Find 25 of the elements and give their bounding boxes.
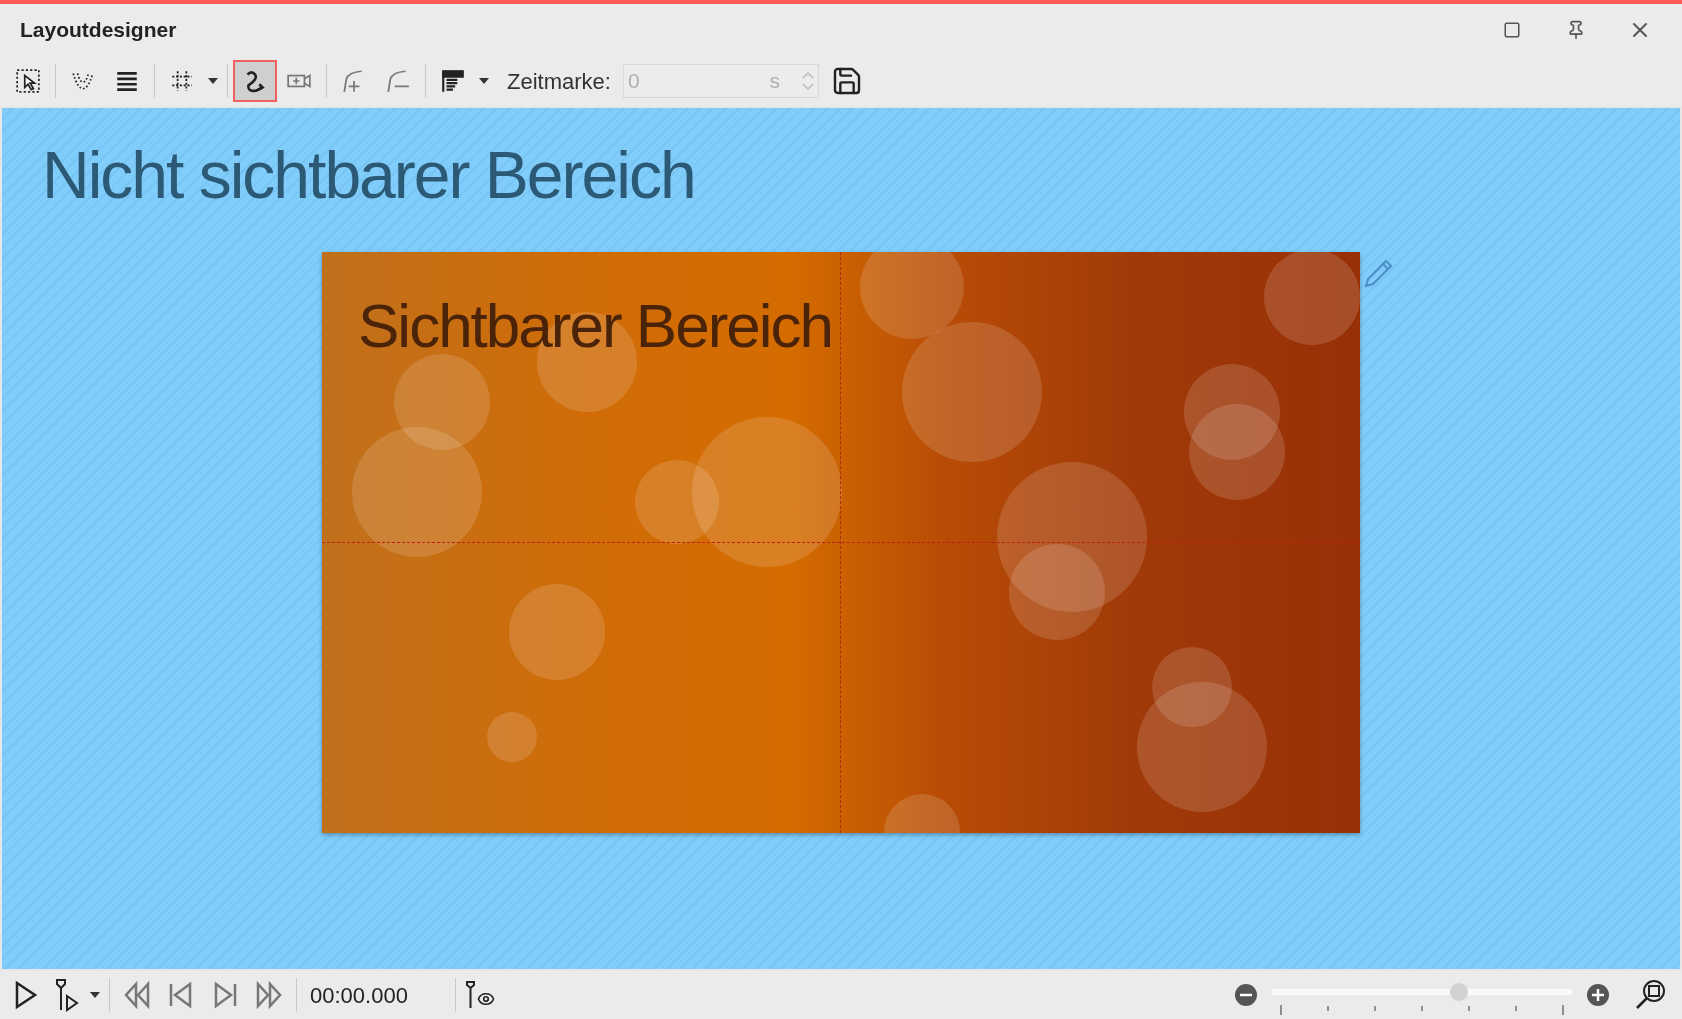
spinner-icon [801, 70, 814, 92]
slide[interactable]: Sichtbarer Bereich [322, 252, 1360, 833]
time-display: 00:00.000 [310, 981, 409, 1010]
pin-icon [1566, 20, 1586, 40]
tool-button[interactable] [233, 60, 277, 102]
caret-icon [208, 78, 218, 84]
caret-icon [90, 992, 100, 998]
zoom-in-button[interactable] [1584, 981, 1612, 1009]
zoom-out-icon [1234, 983, 1258, 1007]
remove-point-icon [385, 68, 411, 94]
slider-thumb[interactable] [1449, 983, 1468, 1001]
timestamp-label: Zeitmarke: [507, 67, 611, 96]
caret-icon [479, 78, 489, 84]
text-layout-icon [440, 68, 466, 94]
zoom-in-icon [1586, 983, 1610, 1007]
grid-icon [169, 68, 195, 94]
zoom-fit-icon [1634, 979, 1666, 1011]
window-title: Layoutdesigner [20, 17, 177, 44]
play-icon [14, 980, 38, 1010]
unit-label: s [769, 68, 780, 95]
selection-icon [15, 68, 41, 94]
slide-title: Sichtbarer Bereich [358, 290, 833, 362]
outside-area-label: Nicht sichtbarer Bereich [42, 137, 695, 214]
maximize-icon [1503, 21, 1521, 39]
zoom-out-button[interactable] [1232, 981, 1260, 1009]
